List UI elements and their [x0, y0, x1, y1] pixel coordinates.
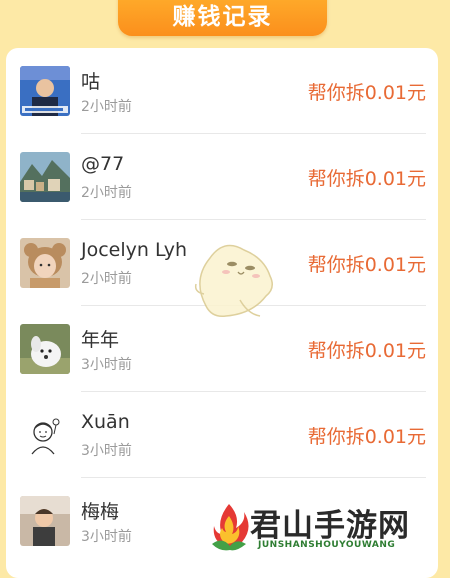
- record-amount: 帮你拆0.01元: [307, 82, 426, 104]
- record-time: 2小时前: [81, 271, 132, 287]
- avatar[interactable]: [20, 152, 70, 202]
- record-amount: 帮你拆0.01元: [307, 168, 426, 190]
- earnings-record-header: 赚钱记录: [118, 0, 327, 36]
- header-title: 赚钱记录: [172, 4, 273, 30]
- record-name: Jocelyn Lyh: [81, 239, 188, 261]
- site-watermark: 君山手游网 JUNSHANSHOUYOUWANG: [204, 496, 450, 559]
- record-name: 年年: [81, 329, 120, 351]
- list-item[interactable]: 咕 2小时前 帮你拆0.01元: [6, 48, 438, 134]
- avatar[interactable]: [20, 66, 70, 116]
- record-time: 3小时前: [81, 357, 132, 373]
- watermark-title: 君山手游网: [250, 508, 410, 544]
- list-item[interactable]: @77 2小时前 帮你拆0.01元: [6, 134, 438, 220]
- record-name: 梅梅: [81, 501, 120, 523]
- record-amount: 帮你拆0.01元: [307, 340, 426, 362]
- avatar[interactable]: [20, 324, 70, 374]
- record-amount: 帮你拆0.01元: [307, 426, 426, 448]
- record-name: 咕: [81, 71, 101, 93]
- record-amount: 帮你拆0.01元: [307, 254, 426, 276]
- avatar[interactable]: [20, 496, 70, 546]
- record-time: 2小时前: [81, 185, 132, 201]
- watermark-subtitle: JUNSHANSHOUYOUWANG: [258, 540, 396, 550]
- list-item[interactable]: Xuān 3小时前 帮你拆0.01元: [6, 392, 438, 478]
- record-time: 2小时前: [81, 99, 132, 115]
- avatar[interactable]: [20, 238, 70, 288]
- record-time: 3小时前: [81, 529, 132, 545]
- mascot-sticker: [186, 236, 278, 324]
- record-name: @77: [81, 153, 125, 175]
- flame-logo-icon: [212, 504, 249, 551]
- record-time: 3小时前: [81, 443, 132, 459]
- record-name: Xuān: [81, 411, 130, 433]
- avatar[interactable]: [20, 410, 70, 460]
